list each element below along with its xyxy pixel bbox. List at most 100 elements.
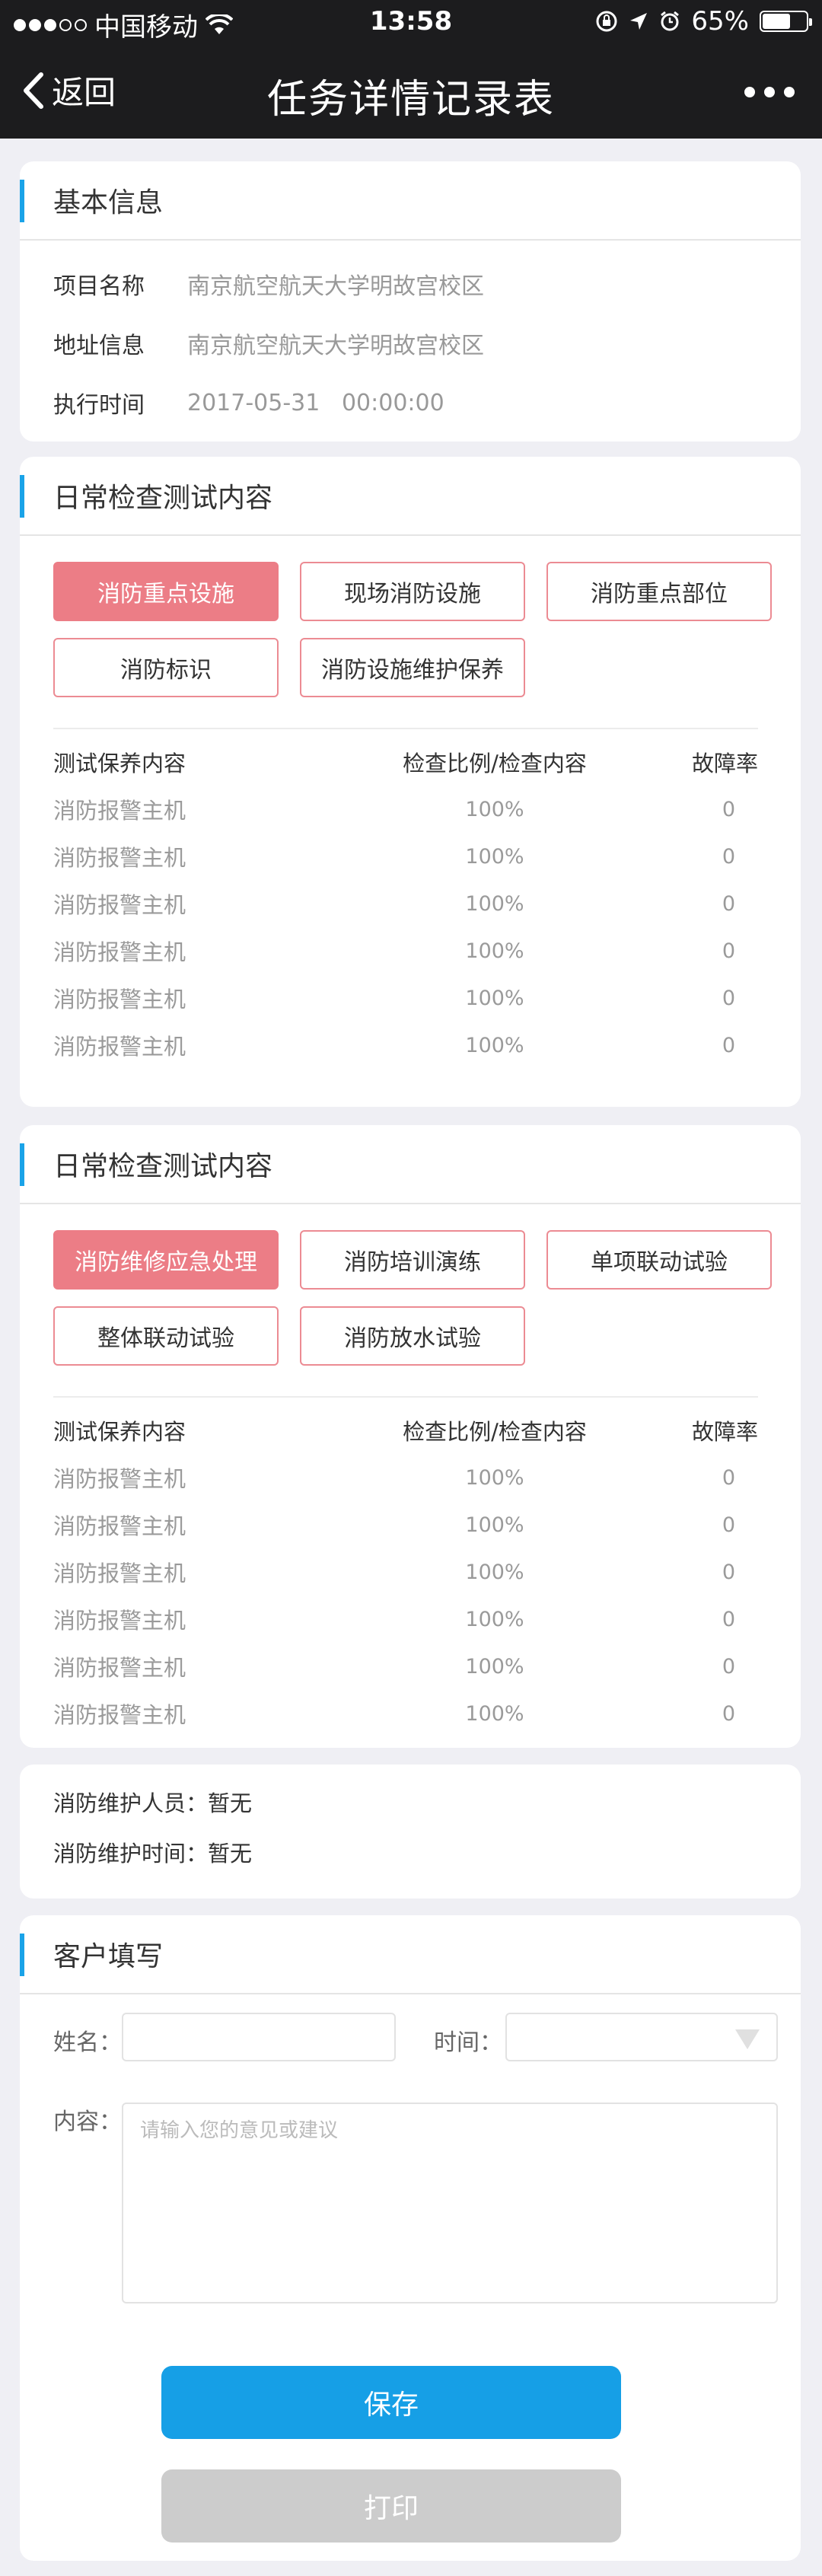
table-header: 测试保养内容 检查比例/检查内容 故障率 (53, 1407, 758, 1454)
cell-item: 消防报警主机 (53, 1608, 186, 1634)
cell-ratio: 100% (465, 1465, 524, 1490)
info-row-project: 项目名称 南京航空航天大学明故宫校区 (20, 254, 801, 314)
table-row: 消防报警主机 100% 0 (53, 927, 758, 974)
cell-ratio: 100% (465, 1560, 524, 1584)
tab-training-drill[interactable]: 消防培训演练 (300, 1230, 525, 1290)
cell-item: 消防报警主机 (53, 1702, 186, 1728)
section-title: 基本信息 (20, 161, 801, 241)
section-title: 客户填写 (20, 1915, 801, 1994)
column-header: 故障率 (691, 1419, 758, 1445)
cell-item: 消防报警主机 (53, 845, 186, 871)
inspection-card-1: 日常检查测试内容 消防重点设施 现场消防设施 消防重点部位 消防标识 消防设施维… (20, 457, 801, 1107)
cell-failure: 0 (722, 939, 735, 963)
column-header: 故障率 (691, 751, 758, 776)
tab-fire-key-areas[interactable]: 消防重点部位 (546, 562, 772, 621)
category-tabs: 消防重点设施 现场消防设施 消防重点部位 消防标识 消防设施维护保养 (53, 562, 772, 697)
cell-failure: 0 (722, 1513, 735, 1537)
tab-emergency-repair[interactable]: 消防维修应急处理 (53, 1230, 279, 1290)
table-row: 消防报警主机 100% 0 (53, 1643, 758, 1690)
more-icon[interactable] (744, 87, 795, 97)
cell-item: 消防报警主机 (53, 939, 186, 965)
name-field[interactable] (122, 2013, 396, 2061)
column-header: 测试保养内容 (53, 751, 186, 776)
divider (53, 728, 758, 729)
page-title: 任务详情记录表 (266, 77, 555, 123)
info-label: 执行时间 (53, 392, 145, 419)
table-row: 消防报警主机 100% 0 (53, 880, 758, 927)
cell-ratio: 100% (465, 844, 524, 869)
cell-ratio: 100% (465, 1033, 524, 1057)
section-title: 日常检查测试内容 (20, 1125, 801, 1204)
info-row-time: 执行时间 2017-05-31 00:00:00 (20, 373, 801, 432)
tab-water-discharge-test[interactable]: 消防放水试验 (300, 1306, 525, 1366)
cell-ratio: 100% (465, 939, 524, 963)
table-row: 消防报警主机 100% 0 (53, 1454, 758, 1501)
info-label: 地址信息 (53, 333, 145, 359)
content-textarea[interactable] (123, 2104, 776, 2302)
table-row: 消防报警主机 100% 0 (53, 1596, 758, 1643)
info-value: 南京航空航天大学明故宫校区 (187, 273, 484, 300)
content-field[interactable] (122, 2103, 778, 2303)
cell-failure: 0 (722, 844, 735, 869)
table-row: 消防报警主机 100% 0 (53, 1501, 758, 1548)
tab-onsite-fire-facilities[interactable]: 现场消防设施 (300, 562, 525, 621)
cell-ratio: 100% (465, 1607, 524, 1631)
name-label: 姓名： (53, 2029, 122, 2056)
cell-failure: 0 (722, 1033, 735, 1057)
cell-failure: 0 (722, 797, 735, 821)
cell-ratio: 100% (465, 1513, 524, 1537)
info-value: 2017-05-31 00:00:00 (187, 389, 444, 416)
tab-fire-signs[interactable]: 消防标识 (53, 638, 279, 697)
status-bar: 中国移动 13:58 65% (0, 0, 822, 44)
column-header: 检查比例/检查内容 (403, 1419, 587, 1445)
info-value: 南京航空航天大学明故宫校区 (187, 333, 484, 359)
cell-item: 消防报警主机 (53, 1034, 186, 1060)
cell-item: 消防报警主机 (53, 987, 186, 1012)
cell-failure: 0 (722, 1654, 735, 1679)
alarm-icon (661, 11, 680, 31)
maintenance-staff: 消防维护人员：暂无 (53, 1790, 253, 1816)
tab-overall-linkage-test[interactable]: 整体联动试验 (53, 1306, 279, 1366)
table-row: 消防报警主机 100% 0 (53, 833, 758, 880)
info-label: 项目名称 (53, 273, 145, 300)
table-row: 消防报警主机 100% 0 (53, 1022, 758, 1069)
cell-ratio: 100% (465, 891, 524, 916)
cell-failure: 0 (722, 1465, 735, 1490)
cell-failure: 0 (722, 1701, 735, 1726)
column-header: 测试保养内容 (53, 1419, 186, 1445)
cell-ratio: 100% (465, 1654, 524, 1679)
content-label: 内容： (53, 2109, 122, 2135)
time-label: 时间： (434, 2029, 502, 2056)
cell-failure: 0 (722, 891, 735, 916)
cell-item: 消防报警主机 (53, 798, 186, 824)
tab-fire-key-facilities[interactable]: 消防重点设施 (53, 562, 279, 621)
section-title: 日常检查测试内容 (20, 457, 801, 536)
name-input[interactable] (123, 2014, 394, 2060)
cell-failure: 0 (722, 1607, 735, 1631)
cell-item: 消防报警主机 (53, 892, 186, 918)
tab-facility-maintenance[interactable]: 消防设施维护保养 (300, 638, 525, 697)
column-header: 检查比例/检查内容 (403, 751, 587, 776)
customer-card: 客户填写 姓名： 时间： 内容： (20, 1915, 801, 2561)
info-row-address: 地址信息 南京航空航天大学明故宫校区 (20, 314, 801, 373)
table-row: 消防报警主机 100% 0 (53, 974, 758, 1022)
inspection-table: 测试保养内容 检查比例/检查内容 故障率 消防报警主机 100% 0 消防报警主机 1… (53, 738, 758, 1069)
table-row: 消防报警主机 100% 0 (53, 1690, 758, 1737)
inspection-table: 测试保养内容 检查比例/检查内容 故障率 消防报警主机 100% 0 消防报警主机 1… (53, 1407, 758, 1737)
cell-item: 消防报警主机 (53, 1466, 186, 1492)
category-tabs: 消防维修应急处理 消防培训演练 单项联动试验 整体联动试验 消防放水试验 (53, 1230, 772, 1366)
cell-failure: 0 (722, 986, 735, 1010)
cell-item: 消防报警主机 (53, 1655, 186, 1681)
time-select[interactable] (505, 2013, 778, 2061)
tab-single-linkage-test[interactable]: 单项联动试验 (546, 1230, 772, 1290)
cell-item: 消防报警主机 (53, 1513, 186, 1539)
divider (53, 1396, 758, 1398)
cell-failure: 0 (722, 1560, 735, 1584)
triangle-down-icon (735, 2029, 760, 2049)
save-button[interactable]: 保存 (161, 2366, 621, 2439)
cell-item: 消防报警主机 (53, 1561, 186, 1586)
cell-ratio: 100% (465, 797, 524, 821)
table-row: 消防报警主机 100% 0 (53, 786, 758, 833)
print-button[interactable]: 打印 (161, 2469, 621, 2543)
battery-icon (760, 11, 812, 32)
